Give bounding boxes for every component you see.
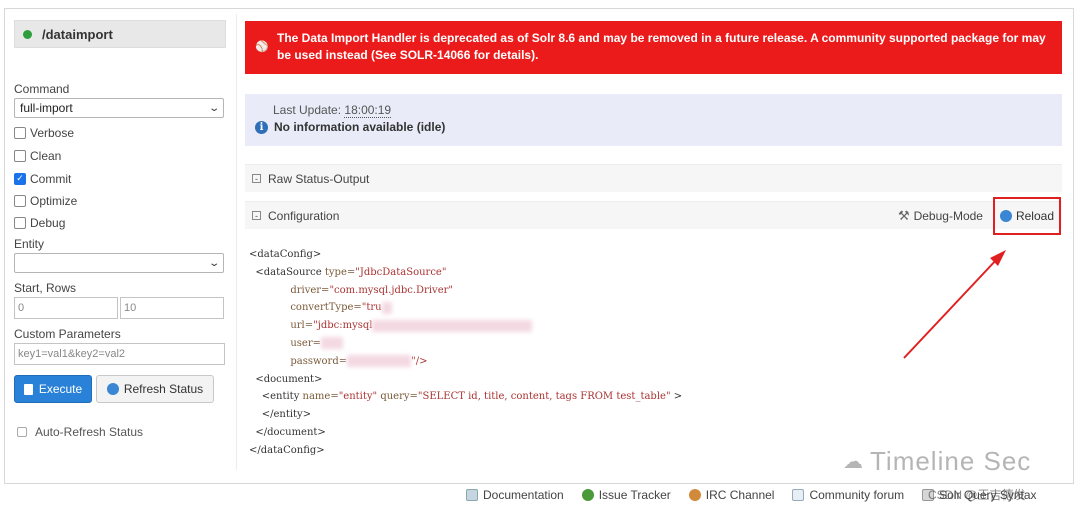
document-icon [466, 489, 478, 501]
community-forum-label: Community forum [809, 488, 905, 502]
arrow-line [903, 257, 999, 359]
irc-channel-label: IRC Channel [705, 488, 775, 502]
csdn-watermark: CSDN @王吉德发 [928, 488, 1026, 502]
issue-tracker-label: Issue Tracker [598, 488, 671, 502]
irc-channel-link[interactable]: IRC Channel [688, 488, 775, 502]
watermark-text: Timeline Sec [870, 446, 1032, 476]
community-forum-link[interactable]: Community forum [792, 488, 904, 502]
annotation-arrow [903, 250, 1006, 359]
issue-tracker-link[interactable]: Issue Tracker [581, 488, 671, 502]
documentation-label: Documentation [483, 488, 564, 502]
users-icon [688, 489, 701, 501]
mail-icon [792, 489, 805, 501]
documentation-link[interactable]: Documentation [466, 488, 564, 502]
wechat-icon: ☁ [843, 451, 864, 473]
watermark: ☁ Timeline Sec [843, 446, 1031, 477]
bug-icon [581, 489, 594, 501]
